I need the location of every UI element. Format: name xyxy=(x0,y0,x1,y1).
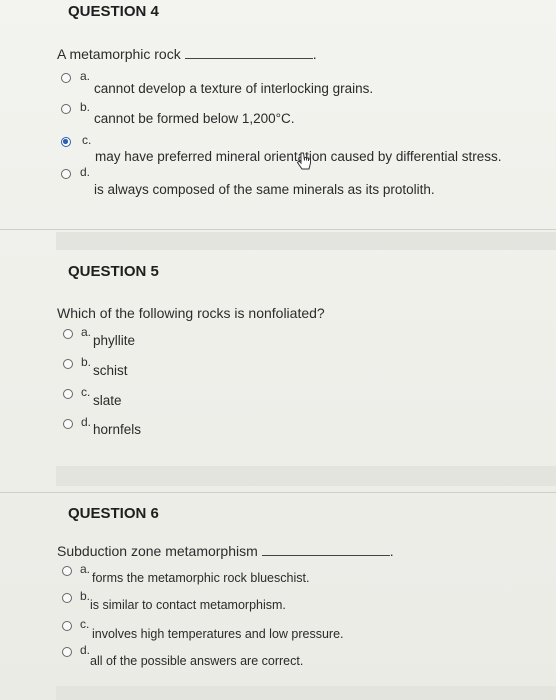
option-text: involves high temperatures and low press… xyxy=(92,627,344,641)
option-text: schist xyxy=(93,363,128,378)
radio-button[interactable] xyxy=(62,566,72,576)
question-6-option-a[interactable]: a. forms the metamorphic rock blueschist… xyxy=(0,562,556,588)
option-text: cannot develop a texture of interlocking… xyxy=(94,81,374,96)
radio-button-selected[interactable] xyxy=(61,137,71,147)
question-separator xyxy=(56,232,556,250)
option-text: phyllite xyxy=(93,333,136,348)
answer-blank xyxy=(184,46,313,59)
question-6-heading: QUESTION 6 xyxy=(68,505,159,522)
option-letter: b. xyxy=(81,355,92,369)
answer-blank xyxy=(261,543,390,556)
question-5-option-b[interactable]: b. schist xyxy=(0,354,556,380)
radio-button[interactable] xyxy=(61,104,71,114)
question-5-stem: Which of the following rocks is nonfolia… xyxy=(57,305,325,321)
radio-button[interactable] xyxy=(63,419,73,429)
question-6-option-c[interactable]: c. involves high temperatures and low pr… xyxy=(0,617,556,643)
question-4-stem-text: A metamorphic rock xyxy=(57,46,181,62)
question-separator xyxy=(56,466,556,486)
question-4-stem: A metamorphic rock. xyxy=(57,46,317,62)
option-text: is always composed of the same minerals … xyxy=(94,182,435,197)
radio-button[interactable] xyxy=(63,389,73,399)
radio-button[interactable] xyxy=(62,593,72,603)
option-letter: b. xyxy=(80,100,91,114)
quiz-page: QUESTION 4 A metamorphic rock. a. cannot… xyxy=(0,0,556,700)
question-6-option-d[interactable]: d. all of the possible answers are corre… xyxy=(0,643,556,669)
option-letter: c. xyxy=(81,385,91,399)
question-5-option-a[interactable]: a. phyllite xyxy=(0,324,556,350)
hand-pointer-icon xyxy=(296,152,311,170)
radio-button[interactable] xyxy=(61,73,71,83)
radio-button[interactable] xyxy=(62,621,72,631)
option-text: cannot be formed below 1,200°C. xyxy=(94,111,295,126)
option-letter: a. xyxy=(80,562,91,576)
question-5-option-d[interactable]: d. hornfels xyxy=(0,414,556,440)
option-letter: d. xyxy=(80,643,91,657)
option-letter: a. xyxy=(80,69,91,83)
radio-button[interactable] xyxy=(63,359,73,369)
option-text: hornfels xyxy=(93,422,142,437)
option-text: all of the possible answers are correct. xyxy=(90,654,304,668)
question-5-heading: QUESTION 5 xyxy=(68,263,159,280)
option-letter: b. xyxy=(80,589,91,603)
question-4-option-a[interactable]: a. cannot develop a texture of interlock… xyxy=(0,68,556,96)
option-letter: c. xyxy=(82,133,92,147)
question-4-heading: QUESTION 4 xyxy=(68,3,159,20)
question-6-stem: Subduction zone metamorphism. xyxy=(57,543,394,559)
question-divider xyxy=(0,492,556,493)
question-5-option-c[interactable]: c. slate xyxy=(0,384,556,410)
option-text: is similar to contact metamorphism. xyxy=(90,598,286,612)
option-text: forms the metamorphic rock blueschist. xyxy=(92,571,310,585)
question-divider xyxy=(0,229,556,230)
question-6-stem-text: Subduction zone metamorphism xyxy=(57,543,258,559)
question-separator xyxy=(56,686,556,700)
question-4-option-c[interactable]: c. may have preferred mineral orientatio… xyxy=(0,133,556,164)
radio-button[interactable] xyxy=(61,169,71,179)
blank-suffix: . xyxy=(312,46,317,62)
option-letter: a. xyxy=(81,325,92,339)
option-letter: d. xyxy=(80,165,91,179)
question-4-option-d[interactable]: d. is always composed of the same minera… xyxy=(0,164,556,197)
option-letter: d. xyxy=(81,415,92,429)
blank-suffix: . xyxy=(389,543,394,559)
option-text: slate xyxy=(93,393,122,408)
question-6-option-b[interactable]: b. is similar to contact metamorphism. xyxy=(0,589,556,615)
radio-button[interactable] xyxy=(63,329,73,339)
option-letter: c. xyxy=(80,617,90,631)
radio-button[interactable] xyxy=(62,647,72,657)
question-4-option-b[interactable]: b. cannot be formed below 1,200°C. xyxy=(0,99,556,126)
